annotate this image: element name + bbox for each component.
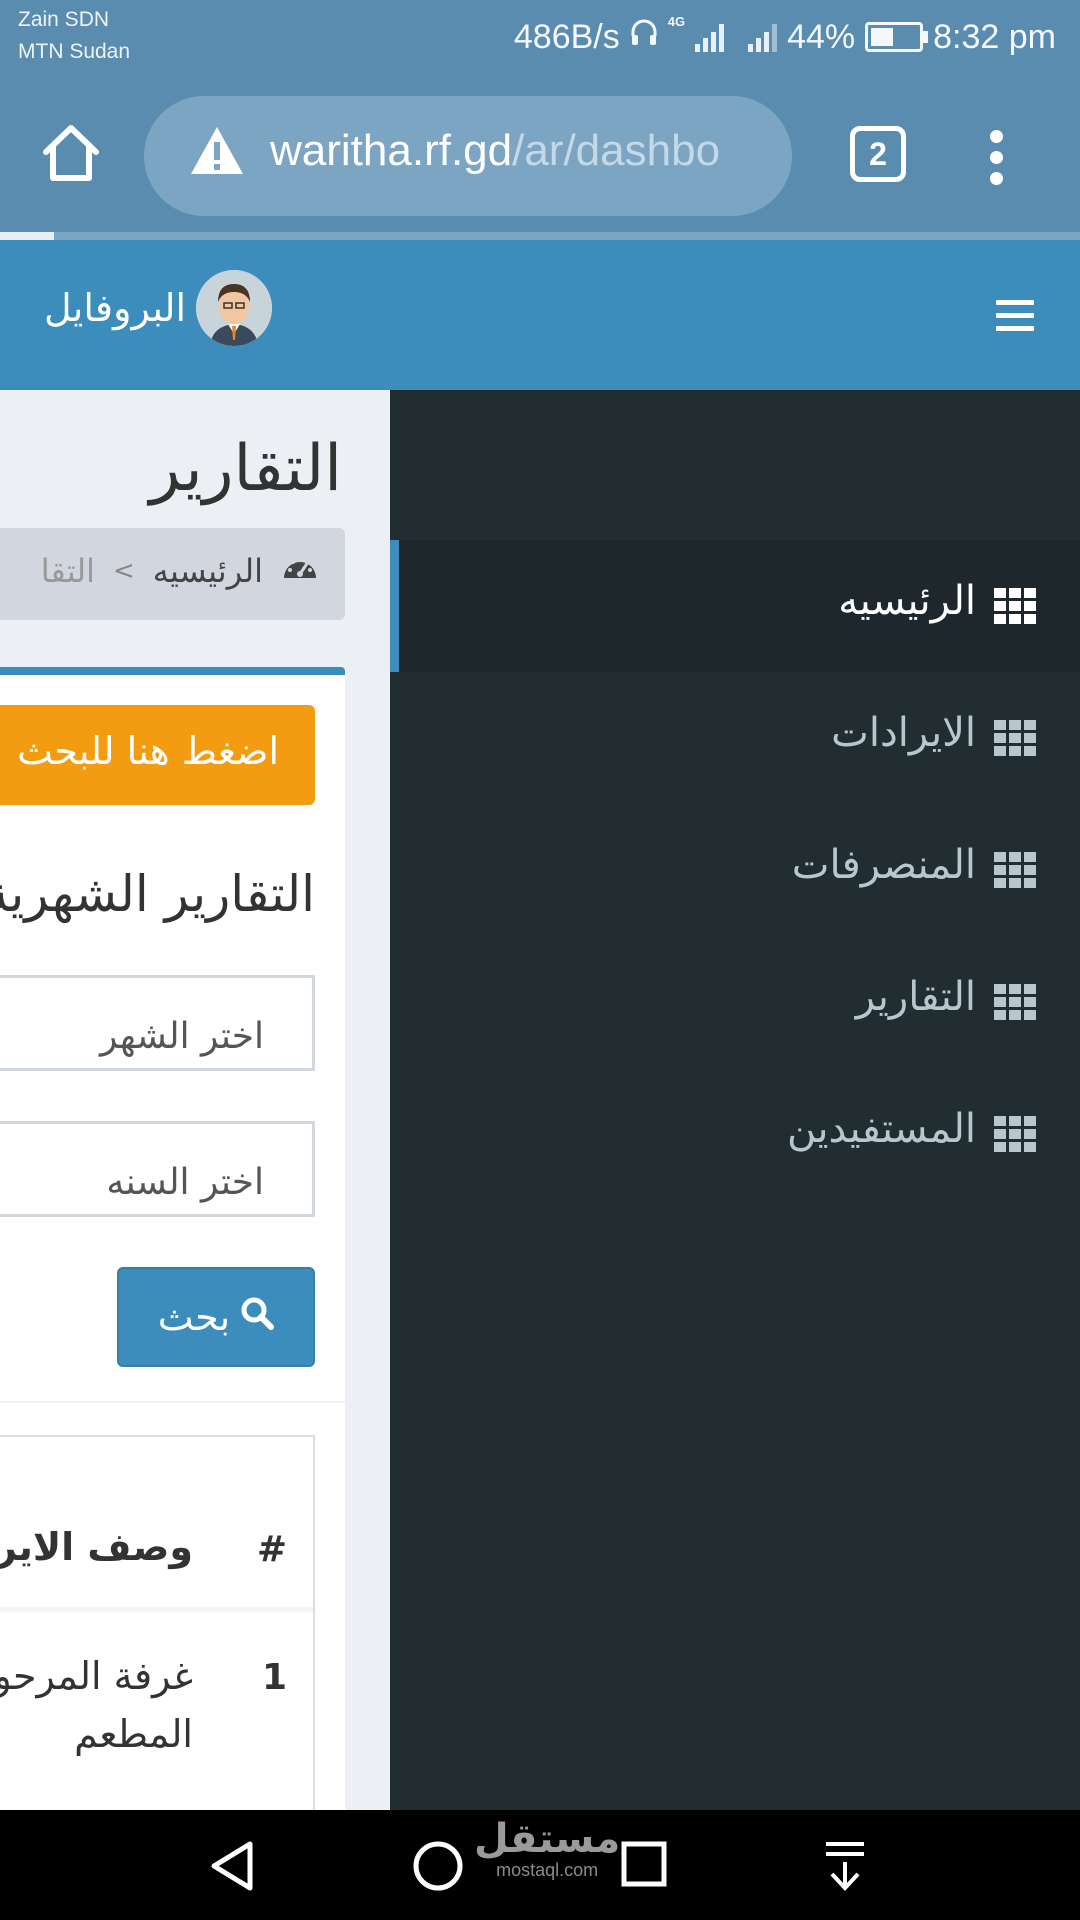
status-indicators: 486B/s 4G 44% 8:32 pm <box>514 14 1056 60</box>
grid-icon <box>994 852 1036 888</box>
grid-icon <box>994 720 1036 756</box>
carrier-name-1: Zain SDN <box>18 8 110 31</box>
month-select-value: اختر الشهر <box>100 1016 264 1057</box>
month-select[interactable]: اختر الشهر <box>0 975 315 1071</box>
grid-icon <box>994 1116 1036 1152</box>
app-header: البروفايل <box>0 240 1080 390</box>
sidebar-item-label: المستفيدين <box>786 1106 976 1152</box>
battery-icon <box>865 22 929 52</box>
hamburger-menu-icon[interactable] <box>996 300 1034 332</box>
sidebar-item-reports[interactable]: التقارير <box>390 936 1080 1068</box>
profile-menu[interactable]: البروفايل <box>44 268 273 348</box>
status-bar: Zain SDN MTN Sudan 486B/s 4G 44% 8:32 pm <box>0 0 1080 80</box>
page-load-progress <box>0 232 1080 240</box>
reports-table: # وصف الايرادات 1 غرفة المرحوم المطعم <box>0 1435 315 1810</box>
search-icon <box>240 1295 275 1339</box>
warning-icon[interactable] <box>188 124 246 178</box>
breadcrumb-home-link[interactable]: الرئيسيه <box>153 552 263 590</box>
divider <box>0 1401 345 1403</box>
sidebar: الرئيسيه الايرادات المنصرفات التقارير ال… <box>390 390 1080 1810</box>
watermark-text-en: mostaql.com <box>496 1860 599 1880</box>
profile-label: البروفايل <box>44 286 187 330</box>
search-toggle-label: اضغط هنا للبحث <box>17 729 279 773</box>
more-options-icon[interactable] <box>986 130 1006 186</box>
network-type-label: 4G <box>667 14 686 29</box>
home-icon[interactable] <box>38 120 104 186</box>
search-button-label: بحث <box>157 1295 231 1339</box>
column-header-description: وصف الايرادات <box>0 1525 193 1569</box>
search-toggle-button[interactable]: اضغط هنا للبحث <box>0 705 315 805</box>
grid-icon <box>994 984 1036 1020</box>
address-bar[interactable]: waritha.rf.gd/ar/dashbo <box>144 96 792 216</box>
sidebar-item-home[interactable]: الرئيسيه <box>390 540 1080 672</box>
grid-icon <box>994 588 1036 624</box>
url-path: /ar/dashbo <box>512 126 721 175</box>
sidebar-item-expenses[interactable]: المنصرفات <box>390 804 1080 936</box>
recents-icon[interactable] <box>620 1840 668 1892</box>
breadcrumb-separator: > <box>112 556 135 586</box>
monthly-reports-title: التقارير الشهرية <box>0 865 315 923</box>
table-header: # وصف الايرادات <box>0 1437 313 1612</box>
clock: 8:32 pm <box>933 17 1056 56</box>
back-icon[interactable] <box>208 1840 258 1896</box>
watermark-logo: مستقل mostaql.com <box>474 1818 620 1881</box>
breadcrumb: الرئيسيه > التقا <box>0 528 345 620</box>
column-header-number: # <box>256 1529 287 1570</box>
url-text[interactable]: waritha.rf.gd/ar/dashbo <box>270 126 770 176</box>
notification-pull-icon[interactable] <box>822 1840 868 1896</box>
carrier-name-2: MTN Sudan <box>18 40 131 63</box>
avatar[interactable] <box>196 270 273 346</box>
sidebar-item-label: الايرادات <box>831 710 976 756</box>
url-host: waritha.rf.gd <box>270 126 513 175</box>
dashboard-icon <box>281 552 319 590</box>
content-wrapper: التقارير الرئيسيه > التقا اضغط هنا للبحث… <box>0 390 390 1810</box>
year-select[interactable]: اختر السنه <box>0 1121 315 1217</box>
browser-toolbar: waritha.rf.gd/ar/dashbo 2 <box>0 80 1080 240</box>
reports-box: اضغط هنا للبحث التقارير الشهرية اختر الش… <box>0 667 345 1810</box>
sidebar-item-beneficiaries[interactable]: المستفيدين <box>390 1068 1080 1200</box>
signal-icon-2 <box>748 22 778 52</box>
tab-switcher-button[interactable]: 2 <box>850 126 906 182</box>
headset-icon <box>630 18 658 57</box>
home-circle-icon[interactable] <box>412 1840 464 1896</box>
sidebar-item-revenues[interactable]: الايرادات <box>390 672 1080 804</box>
signal-icon-1 <box>695 22 725 52</box>
sidebar-item-label: التقارير <box>855 974 976 1020</box>
row-number: 1 <box>261 1657 287 1698</box>
page-title: التقارير <box>149 432 343 506</box>
system-nav-bar: مستقل mostaql.com <box>0 1810 1080 1920</box>
sidebar-item-label: الرئيسيه <box>838 578 976 624</box>
watermark-text-ar: مستقل <box>474 1816 621 1862</box>
search-button[interactable]: بحث <box>117 1267 315 1367</box>
net-speed: 486B/s <box>513 17 620 56</box>
page-load-progress-fill <box>0 232 54 240</box>
battery-percent: 44% <box>787 17 856 56</box>
breadcrumb-current: التقا <box>40 552 95 590</box>
year-select-value: اختر السنه <box>106 1162 264 1203</box>
sidebar-item-label: المنصرفات <box>791 842 976 888</box>
row-description: غرفة المرحوم المطعم <box>0 1654 193 1756</box>
